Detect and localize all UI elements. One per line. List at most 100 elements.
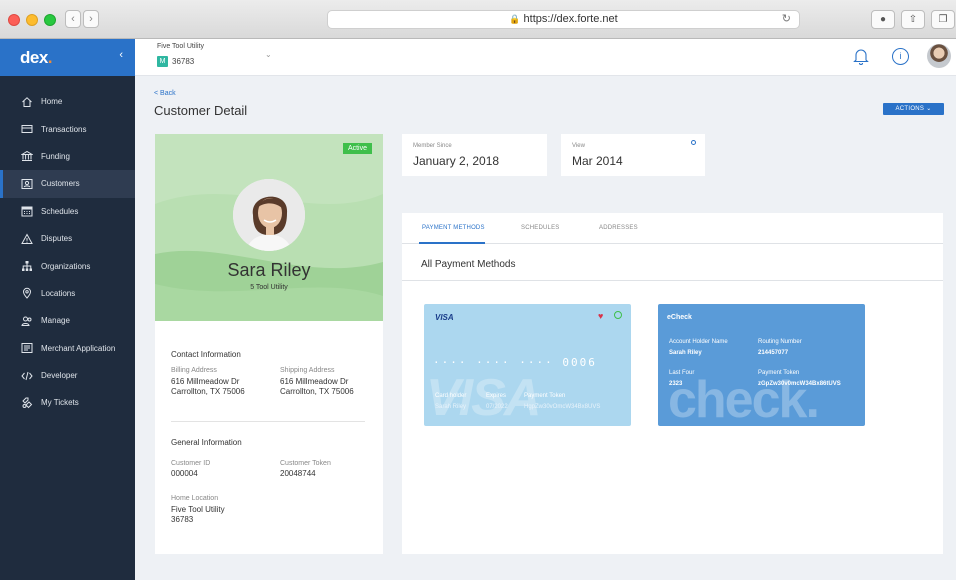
sidebar: dex. ‹ Home Transactions Funding Custome… [0,39,135,580]
sidebar-item-organizations[interactable]: Organizations [0,252,135,279]
address-bar[interactable]: 🔒 https://dex.forte.net ↻ [327,10,800,29]
tab-addresses[interactable]: ADDRESSES [599,225,638,231]
divider [402,280,943,281]
info-icon[interactable]: i [892,48,909,65]
card-holder-label: Card holder [435,393,467,399]
customer-token-label: Customer Token [280,460,331,467]
maximize-window-icon[interactable] [44,14,56,26]
account-holder-label: Account Holder Name [669,339,728,345]
ticket-icon [21,397,33,409]
radio-icon[interactable] [614,311,622,319]
sidebar-item-my-tickets[interactable]: My Tickets [0,389,135,416]
sidebar-item-transactions[interactable]: Transactions [0,115,135,142]
payment-methods-panel: PAYMENT METHODS SCHEDULES ADDRESSES All … [402,213,943,554]
sidebar-item-disputes[interactable]: Disputes [0,225,135,252]
view-box[interactable]: View Mar 2014 [561,134,705,176]
sidebar-item-locations[interactable]: Locations [0,280,135,307]
main-content: Five Tool Utility M 36783 ⌄ i < Back Cus… [135,39,956,580]
echeck-logo: eCheck [667,314,692,321]
heart-icon[interactable]: ♥ [598,311,603,321]
tabs-icon[interactable]: ❐ [931,10,955,29]
card-number: ···· ···· ···· 0006 [433,356,597,369]
minimize-window-icon[interactable] [26,14,38,26]
close-window-icon[interactable] [8,14,20,26]
reload-icon[interactable]: ↻ [782,11,791,28]
sidebar-item-manage[interactable]: Manage [0,307,135,334]
sidebar-item-label: Home [41,97,63,107]
browser-back-icon[interactable]: ‹ [65,10,81,28]
sidebar-item-label: Funding [41,151,70,161]
member-since-label: Member Since [413,143,452,149]
code-icon [21,370,33,382]
billing-address-line1: 616 Millmeadow Dr [171,377,240,386]
actions-button[interactable]: ACTIONS ⌄ [883,103,944,115]
sidebar-item-home[interactable]: Home [0,88,135,115]
location-pin-icon [21,287,33,300]
dex-logo[interactable]: dex. [20,48,53,68]
sidebar-item-label: Manage [41,316,70,326]
bell-icon[interactable] [853,47,869,70]
logo-bar: dex. ‹ [0,39,135,76]
customer-token-value: 20048744 [280,469,316,478]
application-icon [21,342,33,354]
tab-schedules[interactable]: SCHEDULES [521,225,559,231]
card-token-label: Payment Token [524,393,566,399]
warning-icon [21,233,33,245]
status-badge: Active [342,143,372,154]
last-four-label: Last Four [669,370,695,376]
org-chart-icon [21,260,33,272]
payment-token-label: Payment Token [758,370,800,376]
lock-icon: 🔒 [509,14,521,24]
page-title: Customer Detail [154,103,248,118]
customer-avatar [233,179,305,251]
sidebar-item-label: Transactions [41,124,87,134]
shipping-address-line1: 616 Millmeadow Dr [280,377,349,386]
avatar[interactable] [927,44,951,68]
member-since-box: Member Since January 2, 2018 [402,134,547,176]
sidebar-item-developer[interactable]: Developer [0,362,135,389]
home-location-line2: 36783 [171,515,194,524]
top-bar: Five Tool Utility M 36783 ⌄ i [135,39,956,76]
sidebar-item-schedules[interactable]: Schedules [0,198,135,225]
browser-forward-icon[interactable]: › [83,10,99,28]
sidebar-item-label: Organizations [41,261,91,271]
collapse-sidebar-icon[interactable]: ‹ [119,49,123,61]
card-expires-value: 07/2022 [486,404,508,410]
sidebar-item-customers[interactable]: Customers [0,170,135,198]
shipping-address-label: Shipping Address [280,367,335,374]
visa-card[interactable]: VISA VISA ♥ ···· ···· ···· 0006 Card hol… [424,304,631,426]
sidebar-item-label: Disputes [41,234,73,244]
view-value: Mar 2014 [572,154,623,168]
sidebar-item-label: Customers [41,179,80,189]
sidebar-item-funding[interactable]: Funding [0,143,135,170]
chevron-down-icon[interactable]: ⌄ [265,50,272,59]
routing-number-value: 214457077 [758,350,789,356]
share-icon[interactable]: ⇧ [901,10,925,29]
home-location-label: Home Location [171,495,219,502]
member-since-value: January 2, 2018 [413,154,500,168]
home-icon [21,96,33,108]
browser-toolbar: ‹ › 🔒 https://dex.forte.net ↻ ● ⇧ ❐ [0,0,956,39]
sidebar-item-label: Locations [41,288,76,298]
active-tab-indicator [419,242,485,244]
merchant-name[interactable]: Five Tool Utility [157,43,204,50]
visa-logo: VISA [435,313,454,322]
merchant-id: 36783 [172,57,195,66]
tab-bar: PAYMENT METHODS SCHEDULES ADDRESSES [402,213,943,244]
sidebar-nav: Home Transactions Funding Customers Sche… [0,88,135,417]
echeck-card[interactable]: check. eCheck Account Holder Name Sarah … [658,304,865,426]
general-info-heading: General Information [171,438,242,447]
account-holder-value: Sarah Riley [669,350,702,356]
billing-address-label: Billing Address [171,367,217,374]
sidebar-item-merchant-application[interactable]: Merchant Application [0,335,135,362]
home-location-line1: Five Tool Utility [171,505,225,514]
sidebar-item-label: Schedules [41,206,79,216]
payment-token-value: zGpZw30v0mcW34Bx86tUVS [758,381,841,387]
back-link[interactable]: < Back [154,90,176,97]
sidebar-item-label: My Tickets [41,398,79,408]
billing-address-line2: Carrollton, TX 75006 [171,387,245,396]
tab-payment-methods[interactable]: PAYMENT METHODS [422,225,485,231]
shipping-address-line2: Carrollton, TX 75006 [280,387,354,396]
indicator-dot-icon [691,140,696,145]
download-icon[interactable]: ● [871,10,895,29]
